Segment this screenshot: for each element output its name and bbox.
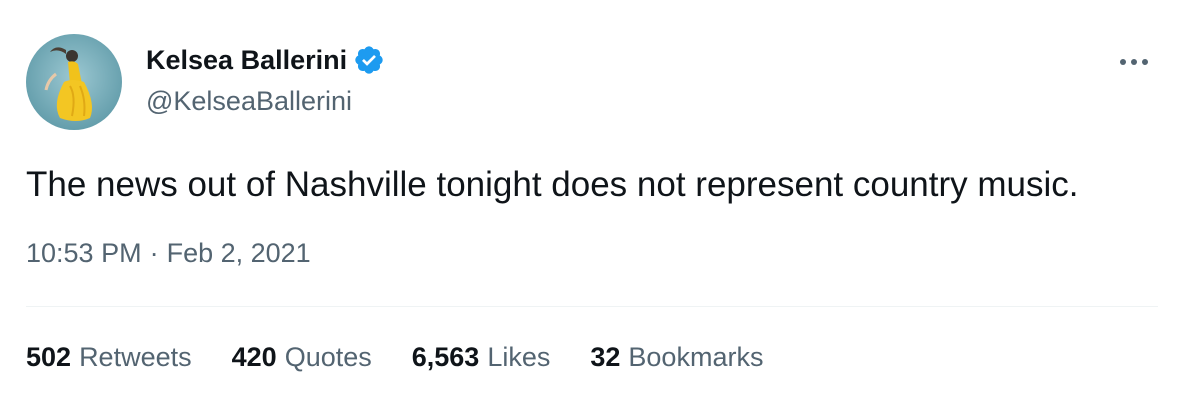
tweet-timestamp: 10:53 PM · Feb 2, 2021 (26, 238, 311, 269)
avatar[interactable] (26, 34, 122, 130)
tweet-stats: 502 Retweets 420 Quotes 6,563 Likes 32 B… (26, 342, 803, 373)
stat-label: Bookmarks (628, 342, 764, 372)
author-display-name[interactable]: Kelsea Ballerini (146, 45, 347, 76)
tweet-text: The news out of Nashville tonight does n… (26, 165, 1079, 204)
more-horizontal-icon[interactable] (1116, 44, 1152, 80)
stat-label: Likes (487, 342, 551, 372)
tweet-date[interactable]: Feb 2, 2021 (167, 238, 311, 269)
avatar-image (26, 34, 122, 130)
tweet-time[interactable]: 10:53 PM (26, 238, 142, 269)
stat-quotes[interactable]: 420 Quotes (232, 342, 372, 373)
stat-bookmarks[interactable]: 32 Bookmarks (590, 342, 763, 373)
stat-likes[interactable]: 6,563 Likes (412, 342, 551, 373)
divider (26, 306, 1158, 307)
stat-count: 6,563 (411, 342, 480, 372)
tweet-card: Kelsea Ballerini @KelseaBallerini The ne… (0, 0, 1200, 404)
author-handle[interactable]: @KelseaBallerini (146, 86, 352, 117)
verified-badge-icon[interactable] (353, 44, 385, 76)
meta-separator: · (149, 238, 159, 268)
stat-count: 32 (590, 342, 621, 372)
stat-label: Retweets (79, 342, 192, 372)
stat-label: Quotes (284, 342, 372, 372)
stat-count: 420 (231, 342, 277, 372)
author-name-row: Kelsea Ballerini (146, 42, 385, 78)
stat-retweets[interactable]: 502 Retweets (26, 342, 192, 373)
stat-count: 502 (26, 342, 72, 372)
